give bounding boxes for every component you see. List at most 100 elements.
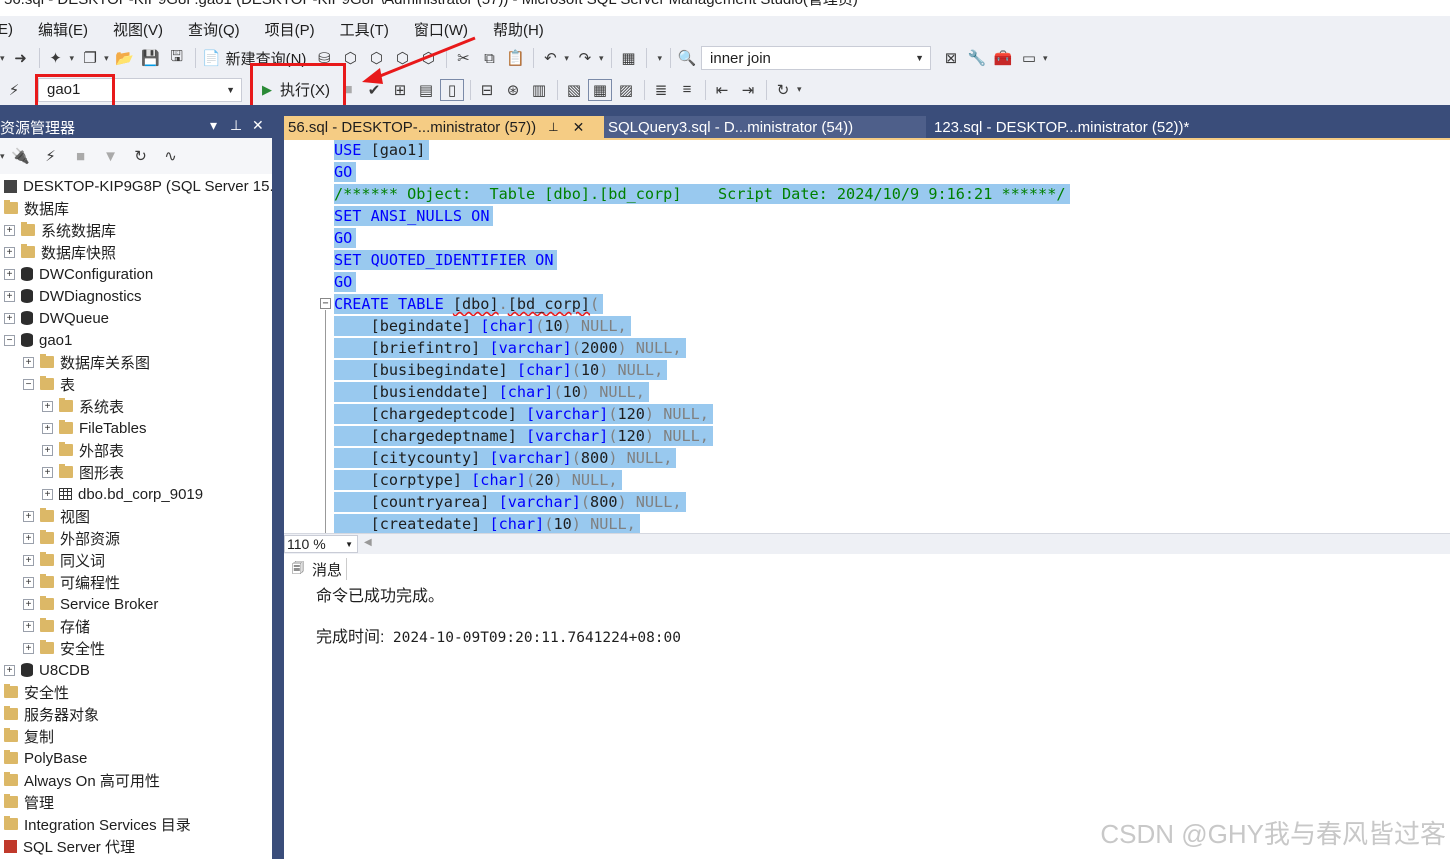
parse-checkmark-icon[interactable]: ✔: [362, 79, 386, 101]
menu-item-tools[interactable]: 工具(T): [340, 19, 389, 40]
expand-icon[interactable]: +: [23, 576, 34, 588]
menu-item-project[interactable]: 项目(P): [265, 19, 315, 40]
pin-icon[interactable]: ⊥: [230, 117, 242, 134]
dropdown-arrow-icon[interactable]: ▾: [0, 151, 5, 162]
results-to-file-icon[interactable]: ▨: [614, 79, 638, 101]
dropdown-arrow-icon[interactable]: ▾: [70, 53, 75, 64]
filter-icon[interactable]: ▼: [99, 145, 123, 167]
dropdown-arrow-icon[interactable]: ▾: [797, 84, 802, 95]
expand-icon[interactable]: +: [42, 422, 53, 434]
tree-node[interactable]: 服务器对象: [4, 703, 99, 725]
tree-node[interactable]: DESKTOP-KIP9G8P (SQL Server 15.0.2: [4, 175, 272, 197]
tab-messages[interactable]: 🗐 消息: [288, 558, 348, 580]
solution-explorer-icon[interactable]: ⊠: [939, 47, 963, 69]
tree-node[interactable]: + 视图: [23, 505, 90, 527]
expand-icon[interactable]: +: [23, 532, 34, 544]
specify-template-values-icon[interactable]: ↻: [771, 79, 795, 101]
cut-icon[interactable]: ✂: [451, 47, 475, 69]
query-editor[interactable]: − USE [gao1] GO /****** Object: Table [dbo…: [284, 140, 1450, 533]
expand-icon[interactable]: +: [4, 224, 15, 236]
increase-indent-icon[interactable]: ⇥: [736, 79, 760, 101]
dropdown-arrow-icon[interactable]: ▾: [599, 53, 604, 64]
expand-icon[interactable]: +: [23, 554, 34, 566]
copy-icon[interactable]: ⧉: [477, 47, 501, 69]
pin-icon[interactable]: ⊥: [548, 120, 558, 134]
tree-node[interactable]: + U8CDB: [4, 659, 90, 681]
expand-icon[interactable]: +: [23, 356, 34, 368]
dmx-query-icon[interactable]: ⬡: [364, 47, 388, 69]
tab-56-sql[interactable]: 56.sql - DESKTOP-...ministrator (57)) ⊥ …: [284, 116, 604, 138]
expand-icon[interactable]: +: [4, 312, 15, 324]
add-item-icon[interactable]: ❐: [78, 47, 102, 69]
collapse-icon[interactable]: −: [23, 378, 34, 390]
menu-item-view[interactable]: 视图(V): [113, 19, 163, 40]
collapse-toggle[interactable]: −: [320, 298, 331, 309]
save-icon[interactable]: 💾: [139, 47, 163, 69]
expand-icon[interactable]: +: [42, 400, 53, 412]
query-designer-icon[interactable]: ▤: [414, 79, 438, 101]
tree-node[interactable]: + 同义词: [23, 549, 105, 571]
tree-node[interactable]: − 表: [23, 373, 75, 395]
close-icon[interactable]: ✕: [252, 117, 264, 134]
expand-icon[interactable]: +: [4, 246, 15, 258]
dropdown-arrow-icon[interactable]: ▾: [0, 53, 5, 64]
tree-node[interactable]: 复制: [4, 725, 54, 747]
tree-node[interactable]: + DWQueue: [4, 307, 109, 329]
results-to-grid-icon[interactable]: ▦: [588, 78, 612, 101]
activity-icon[interactable]: ∿: [159, 145, 183, 167]
dropdown-arrow-icon[interactable]: ▾: [564, 53, 569, 64]
collapse-icon[interactable]: −: [4, 334, 15, 346]
comment-lines-icon[interactable]: ≣: [649, 79, 673, 101]
disconnect-icon[interactable]: ⚡: [39, 145, 63, 167]
expand-icon[interactable]: +: [4, 268, 15, 280]
tree-node[interactable]: + 图形表: [42, 461, 124, 483]
tree-node[interactable]: + Service Broker: [23, 593, 158, 615]
dropdown-arrow-icon[interactable]: ▾: [657, 53, 662, 64]
scroll-left-icon[interactable]: ◀: [364, 537, 372, 548]
tree-node[interactable]: PolyBase: [4, 747, 87, 769]
xmla-query-icon[interactable]: ⬡: [390, 47, 414, 69]
stop-icon[interactable]: ■: [69, 145, 93, 167]
tree-node[interactable]: 数据库: [4, 197, 69, 219]
properties-wrench-icon[interactable]: 🔧: [965, 47, 989, 69]
tree-node[interactable]: + 可编程性: [23, 571, 120, 593]
new-query-icon[interactable]: 📄: [200, 47, 224, 69]
output-window-icon[interactable]: ▭: [1017, 47, 1041, 69]
toolbox-icon[interactable]: 🧰: [991, 47, 1015, 69]
window-position-icon[interactable]: ▾: [210, 117, 217, 134]
tree-node[interactable]: + DWConfiguration: [4, 263, 153, 285]
new-project-icon[interactable]: ✦: [44, 47, 68, 69]
tree-node[interactable]: Always On 高可用性: [4, 769, 160, 791]
open-folder-icon[interactable]: 📂: [113, 47, 137, 69]
tree-node[interactable]: Integration Services 目录: [4, 813, 191, 835]
activity-monitor-icon[interactable]: ▦: [616, 47, 640, 69]
expand-icon[interactable]: +: [23, 620, 34, 632]
tree-node[interactable]: + dbo.bd_corp_9019: [42, 483, 203, 505]
menu-item-file[interactable]: E): [0, 21, 13, 38]
dropdown-arrow-icon[interactable]: ▾: [1043, 53, 1048, 64]
expand-icon[interactable]: +: [23, 510, 34, 522]
menu-item-edit[interactable]: 编辑(E): [38, 19, 88, 40]
expand-icon[interactable]: +: [42, 444, 53, 456]
paste-icon[interactable]: 📋: [503, 47, 527, 69]
client-statistics-icon[interactable]: ▥: [527, 79, 551, 101]
connect-icon[interactable]: ⚡: [2, 79, 26, 101]
expand-icon[interactable]: +: [4, 290, 15, 302]
forward-icon[interactable]: ➜: [9, 47, 33, 69]
tree-node[interactable]: 管理: [4, 791, 54, 813]
dropdown-arrow-icon[interactable]: ▾: [104, 53, 109, 64]
tree-node[interactable]: SQL Server 代理: [4, 835, 135, 857]
tree-node[interactable]: + DWDiagnostics: [4, 285, 142, 307]
connect-plug-icon[interactable]: 🔌: [9, 145, 33, 167]
undo-icon[interactable]: ↶: [538, 47, 562, 69]
tree-node[interactable]: + 安全性: [23, 637, 105, 659]
find-combo[interactable]: inner join ▼: [701, 46, 932, 70]
panel-splitter[interactable]: [272, 105, 284, 859]
save-all-icon[interactable]: 🖫: [165, 47, 189, 69]
expand-icon[interactable]: +: [42, 488, 53, 500]
expand-icon[interactable]: +: [23, 598, 34, 610]
results-to-text-icon[interactable]: ▧: [562, 79, 586, 101]
tab-sqlquery3[interactable]: SQLQuery3.sql - D...ministrator (54)): [604, 116, 926, 138]
find-icon[interactable]: 🔍: [675, 47, 699, 69]
uncomment-lines-icon[interactable]: ≡: [675, 79, 699, 101]
